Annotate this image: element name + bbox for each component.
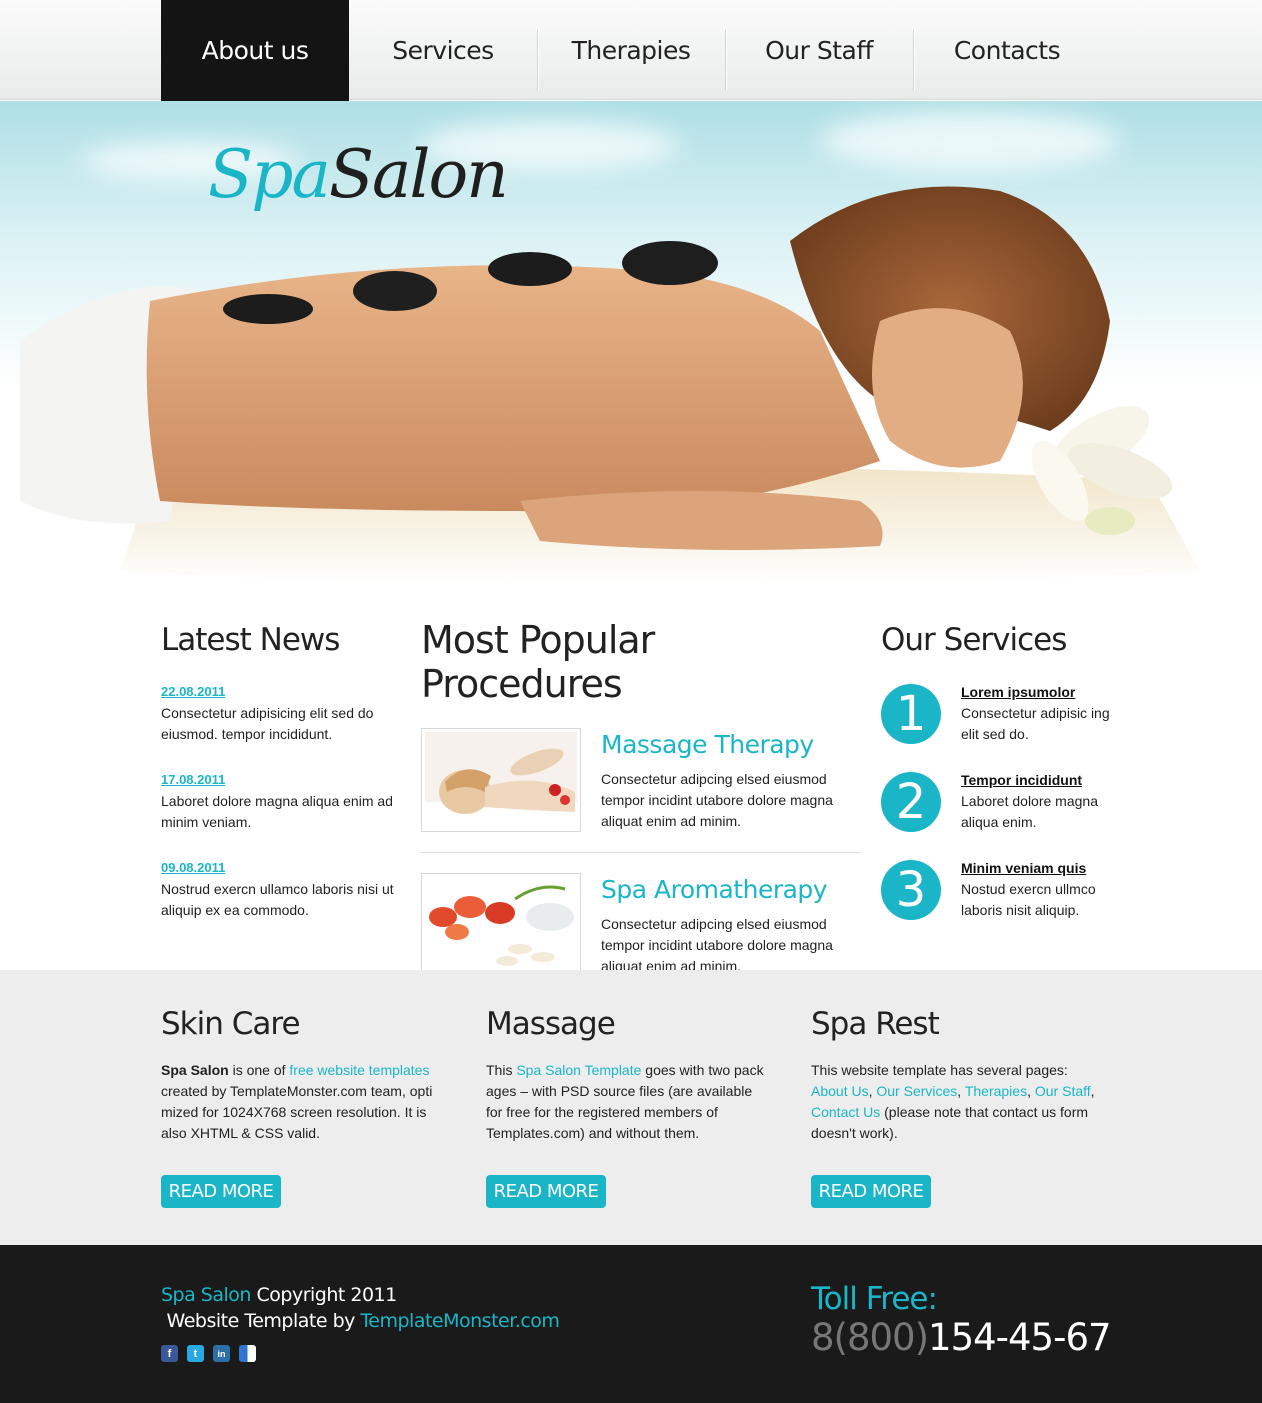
news-item: 17.08.2011 Laboret dolore magna aliqua e… (161, 772, 401, 833)
site-logo[interactable]: SpaSalon (208, 136, 509, 213)
hero-banner: SpaSalon (0, 101, 1262, 621)
service-item: 3 Minim veniam quis Nostud exercn ullmco… (881, 860, 1121, 921)
service-item: 1 Lorem ipsumolor Consectetur adipisic i… (881, 684, 1121, 745)
column-text: This Spa Salon Template goes with two pa… (486, 1060, 771, 1144)
facebook-icon[interactable]: f (161, 1345, 178, 1362)
hero-image (20, 186, 1200, 586)
nav-label: About us (201, 35, 309, 65)
social-links: f t in (161, 1345, 256, 1362)
news-text: Nostrud exercn ullamco laboris nisi ut a… (161, 881, 394, 918)
popular-procedures: Most Popular Procedures Massage Therapy … (421, 618, 861, 1017)
column-text: This website template has several pages:… (811, 1062, 1095, 1141)
service-text: Consectetur adipisic ing elit sed do. (961, 705, 1110, 742)
twitter-icon[interactable]: t (187, 1345, 204, 1362)
templatemonster-link[interactable]: TemplateMonster.com (360, 1310, 559, 1332)
nav-therapies[interactable]: Therapies (537, 0, 725, 100)
phone-number: 8(800)154-45-67 (811, 1316, 1112, 1359)
news-item: 22.08.2011 Consectetur adipisicing elit … (161, 684, 401, 745)
skin-care-column: Skin Care Spa Salon is one of free websi… (161, 1006, 446, 1208)
brand-bold: Spa Salon (161, 1062, 229, 1078)
news-text: Consectetur adipisicing elit sed do eius… (161, 705, 374, 742)
news-text: Laboret dolore magna aliqua enim ad mini… (161, 793, 393, 830)
massage-column: Massage This Spa Salon Template goes wit… (486, 1006, 771, 1208)
read-more-button[interactable]: READ MORE (486, 1175, 606, 1208)
number-badge: 2 (881, 772, 941, 832)
nav-about-us[interactable]: About us (161, 0, 349, 113)
news-title: Latest News (161, 622, 340, 658)
nav-services[interactable]: Services (349, 0, 537, 100)
massage-thumbnail[interactable] (421, 728, 581, 832)
our-services: Our Services 1 Lorem ipsumolor Consectet… (881, 622, 1121, 948)
footer: Spa Salon Copyright 2011 Website Templat… (0, 1245, 1262, 1403)
service-item: 2 Tempor incididunt Laboret dolore magna… (881, 772, 1121, 833)
toll-free-label: Toll Free: (811, 1281, 938, 1317)
service-title-link[interactable]: Minim veniam quis (961, 860, 1121, 876)
aromatherapy-thumbnail[interactable] (421, 873, 581, 977)
news-date-link[interactable]: 09.08.2011 (161, 860, 401, 875)
brand-link[interactable]: Spa Salon (161, 1284, 251, 1306)
contact-us-link[interactable]: Contact Us (811, 1104, 880, 1120)
column-title: Spa Rest (811, 1006, 940, 1042)
logo-spa: Spa (208, 136, 331, 213)
procedure-title-link[interactable]: Spa Aromatherapy (601, 875, 861, 904)
copyright-text: Copyright 2011 (250, 1284, 397, 1306)
our-staff-link[interactable]: Our Staff (1035, 1083, 1091, 1099)
delicious-icon[interactable] (239, 1345, 256, 1362)
news-date-link[interactable]: 17.08.2011 (161, 772, 401, 787)
nav-label: Our Staff (765, 35, 873, 65)
service-text: Laboret dolore magna aliqua enim. (961, 793, 1098, 830)
procedure-text: Consectetur adipcing elsed eiusmod tempo… (601, 916, 833, 974)
nav-label: Contacts (953, 35, 1061, 65)
read-more-button[interactable]: READ MORE (811, 1175, 931, 1208)
main-nav: About us Services Therapies Our Staff Co… (161, 0, 1101, 113)
nav-our-staff[interactable]: Our Staff (725, 0, 913, 100)
news-item: 09.08.2011 Nostrud exercn ullamco labori… (161, 860, 401, 921)
news-date-link[interactable]: 22.08.2011 (161, 684, 401, 699)
spa-rest-column: Spa Rest This website template has sever… (811, 1006, 1096, 1208)
text-span: This (486, 1062, 517, 1078)
spa-salon-template-link[interactable]: Spa Salon Template (516, 1062, 641, 1078)
column-text: Spa Salon is one of free website templat… (161, 1060, 446, 1144)
service-text: Nostud exercn ullmco laboris nisit aliqu… (961, 881, 1096, 918)
procedure-title-link[interactable]: Massage Therapy (601, 730, 861, 759)
text-span: This website template has several pages: (811, 1062, 1068, 1078)
number-badge: 3 (881, 860, 941, 920)
procedures-title: Most Popular Procedures (421, 618, 655, 706)
nav-label: Services (392, 35, 494, 65)
text-span: is one of (228, 1062, 290, 1078)
services-title: Our Services (881, 622, 1067, 658)
procedure-item: Massage Therapy Consectetur adipcing els… (421, 728, 861, 853)
phone-prefix: 8(800) (811, 1316, 929, 1359)
service-title-link[interactable]: Lorem ipsumolor (961, 684, 1121, 700)
procedure-text: Consectetur adipcing elsed eiusmod tempo… (601, 771, 833, 829)
service-title-link[interactable]: Tempor incididunt (961, 772, 1121, 788)
nav-label: Therapies (571, 35, 691, 65)
text-span: created by TemplateMonster.com team, opt… (161, 1083, 433, 1141)
latest-news: Latest News 22.08.2011 Consectetur adipi… (161, 622, 401, 948)
logo-salon: Salon (328, 136, 509, 213)
toll-free: Toll Free: 8(800)154-45-67 (811, 1281, 1112, 1359)
nav-contacts[interactable]: Contacts (913, 0, 1101, 100)
about-us-link[interactable]: About Us (811, 1083, 869, 1099)
copyright: Spa Salon Copyright 2011 Website Templat… (161, 1282, 560, 1334)
our-services-link[interactable]: Our Services (876, 1083, 957, 1099)
number-badge: 1 (881, 684, 941, 744)
free-templates-link[interactable]: free website templates (289, 1062, 429, 1078)
column-title: Massage (486, 1006, 616, 1042)
therapies-link[interactable]: Therapies (965, 1083, 1027, 1099)
linkedin-icon[interactable]: in (213, 1345, 230, 1362)
template-by-text: Website Template by (166, 1310, 361, 1332)
column-title: Skin Care (161, 1006, 301, 1042)
read-more-button[interactable]: READ MORE (161, 1175, 281, 1208)
phone-digits: 154-45-67 (928, 1316, 1111, 1359)
